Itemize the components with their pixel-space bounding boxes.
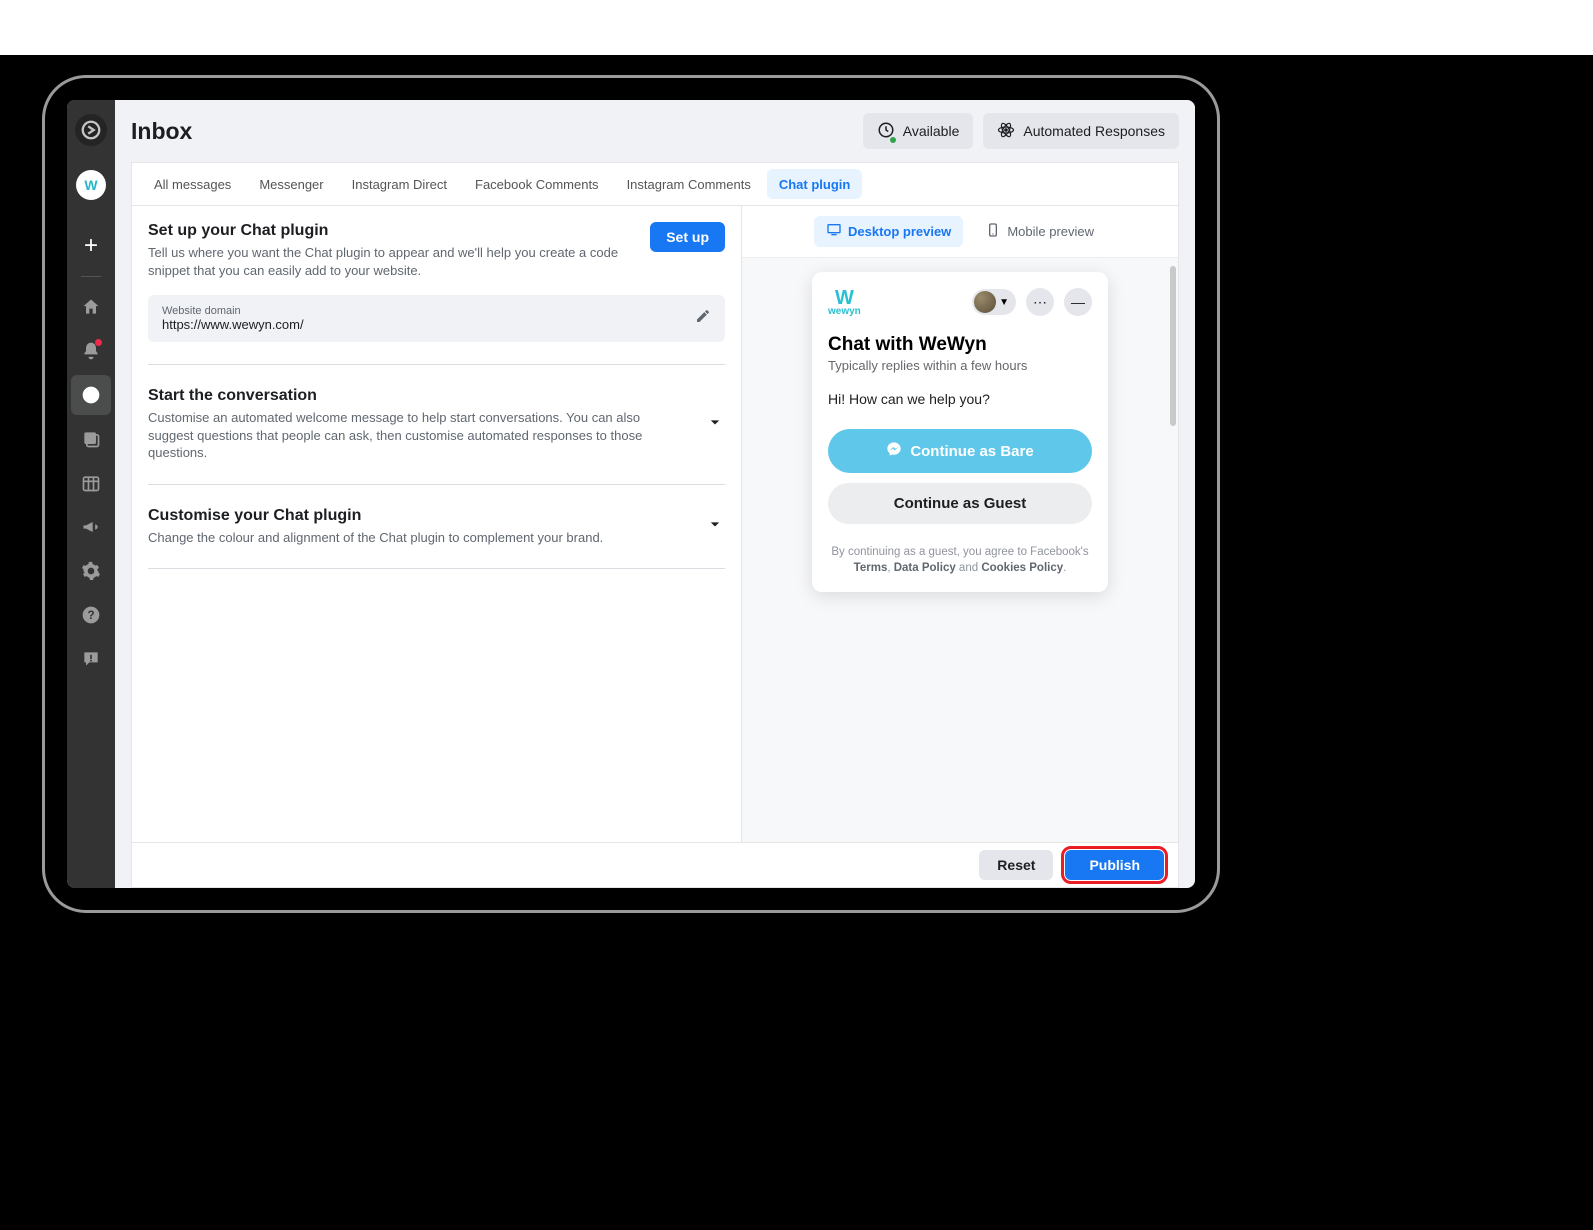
start-conversation-accordion[interactable]: Start the conversation Customise an auto… bbox=[148, 387, 725, 462]
publish-button[interactable]: Publish bbox=[1065, 850, 1164, 880]
atom-icon bbox=[997, 121, 1015, 142]
app-screen: W + bbox=[67, 100, 1195, 888]
mobile-icon bbox=[985, 222, 1001, 241]
chat-subtitle: Typically replies within a few hours bbox=[828, 358, 1092, 373]
brand-logo: W wewyn bbox=[828, 289, 861, 316]
domain-label: Website domain bbox=[162, 305, 304, 317]
cookies-policy-link[interactable]: Cookies Policy bbox=[981, 562, 1063, 574]
desktop-preview-label: Desktop preview bbox=[848, 224, 951, 239]
posts-icon[interactable] bbox=[71, 419, 111, 459]
add-icon[interactable]: + bbox=[71, 226, 111, 266]
desktop-icon bbox=[826, 222, 842, 241]
minimize-icon[interactable]: — bbox=[1064, 288, 1092, 316]
user-avatar-dropdown[interactable]: ▼ bbox=[972, 289, 1016, 315]
settings-icon[interactable] bbox=[71, 551, 111, 591]
device-frame: W + bbox=[42, 75, 1220, 913]
inbox-tabs: All messages Messenger Instagram Direct … bbox=[131, 162, 1179, 206]
data-policy-link[interactable]: Data Policy bbox=[894, 562, 956, 574]
header-actions: Available Automated Responses bbox=[863, 113, 1179, 149]
reset-button[interactable]: Reset bbox=[979, 850, 1053, 880]
start-desc: Customise an automated welcome message t… bbox=[148, 409, 687, 462]
customise-accordion[interactable]: Customise your Chat plugin Change the co… bbox=[148, 507, 725, 547]
availability-label: Available bbox=[903, 123, 960, 139]
preview-tabs: Desktop preview Mobile preview bbox=[742, 206, 1178, 258]
tab-instagram-direct[interactable]: Instagram Direct bbox=[340, 169, 459, 199]
app-suite-logo-icon[interactable] bbox=[75, 114, 107, 146]
continue-as-user-button[interactable]: Continue as Bare bbox=[828, 429, 1092, 473]
chat-greeting: Hi! How can we help you? bbox=[828, 391, 1092, 407]
automated-label: Automated Responses bbox=[1023, 123, 1165, 139]
domain-value: https://www.wewyn.com/ bbox=[162, 317, 304, 332]
inbox-icon[interactable] bbox=[71, 375, 111, 415]
notification-dot bbox=[95, 339, 102, 346]
automated-responses-button[interactable]: Automated Responses bbox=[983, 113, 1179, 149]
messenger-icon bbox=[886, 441, 902, 461]
desktop-preview-tab[interactable]: Desktop preview bbox=[814, 216, 963, 247]
chat-preview-header: W wewyn ▼ ⋯ — bbox=[828, 288, 1092, 316]
svg-text:?: ? bbox=[87, 609, 94, 622]
tab-facebook-comments[interactable]: Facebook Comments bbox=[463, 169, 611, 199]
sidebar: W + bbox=[67, 100, 115, 888]
start-title: Start the conversation bbox=[148, 387, 687, 405]
content-body: Set up your Chat plugin Tell us where yo… bbox=[131, 206, 1179, 842]
clock-icon bbox=[877, 121, 895, 142]
setup-title: Set up your Chat plugin bbox=[148, 222, 630, 240]
calendar-icon[interactable] bbox=[71, 463, 111, 503]
page-header: Inbox Available Automated Responses bbox=[115, 100, 1195, 162]
more-icon[interactable]: ⋯ bbox=[1026, 288, 1054, 316]
customise-title: Customise your Chat plugin bbox=[148, 507, 603, 525]
divider bbox=[148, 364, 725, 365]
divider bbox=[148, 568, 725, 569]
mobile-preview-tab[interactable]: Mobile preview bbox=[973, 216, 1106, 247]
setup-desc: Tell us where you want the Chat plugin t… bbox=[148, 244, 630, 279]
tab-instagram-comments[interactable]: Instagram Comments bbox=[615, 169, 763, 199]
megaphone-icon[interactable] bbox=[71, 507, 111, 547]
left-column: Set up your Chat plugin Tell us where yo… bbox=[132, 206, 742, 842]
status-online-dot bbox=[889, 136, 897, 144]
home-icon[interactable] bbox=[71, 287, 111, 327]
brand-avatar[interactable]: W bbox=[76, 170, 106, 200]
main-area: Inbox Available Automated Responses bbox=[115, 100, 1195, 888]
tab-all-messages[interactable]: All messages bbox=[142, 169, 243, 199]
tab-chat-plugin[interactable]: Chat plugin bbox=[767, 169, 863, 199]
legal-text: By continuing as a guest, you agree to F… bbox=[828, 544, 1092, 576]
chat-title: Chat with WeWyn bbox=[828, 334, 1092, 356]
feedback-icon[interactable] bbox=[71, 639, 111, 679]
page-title: Inbox bbox=[131, 118, 192, 145]
chevron-down-icon bbox=[705, 412, 725, 437]
mobile-preview-label: Mobile preview bbox=[1007, 224, 1094, 239]
setup-button[interactable]: Set up bbox=[650, 222, 725, 252]
divider bbox=[148, 484, 725, 485]
website-domain-field[interactable]: Website domain https://www.wewyn.com/ bbox=[148, 295, 725, 342]
setup-section: Set up your Chat plugin Tell us where yo… bbox=[148, 222, 725, 279]
caret-down-icon: ▼ bbox=[996, 297, 1012, 308]
availability-button[interactable]: Available bbox=[863, 113, 974, 149]
footer-actions: Reset Publish bbox=[131, 842, 1179, 888]
sidebar-divider bbox=[81, 276, 101, 277]
edit-icon[interactable] bbox=[695, 308, 711, 329]
notifications-icon[interactable] bbox=[71, 331, 111, 371]
chat-preview-card: W wewyn ▼ ⋯ — bbox=[812, 272, 1108, 592]
customise-desc: Change the colour and alignment of the C… bbox=[148, 529, 603, 547]
help-icon[interactable]: ? bbox=[71, 595, 111, 635]
preview-column: Desktop preview Mobile preview W wewyn bbox=[742, 206, 1178, 842]
chevron-down-icon bbox=[705, 514, 725, 539]
terms-link[interactable]: Terms bbox=[854, 562, 888, 574]
tab-messenger[interactable]: Messenger bbox=[247, 169, 335, 199]
continue-as-guest-button[interactable]: Continue as Guest bbox=[828, 483, 1092, 524]
avatar bbox=[974, 291, 996, 313]
scrollbar[interactable] bbox=[1170, 266, 1176, 426]
